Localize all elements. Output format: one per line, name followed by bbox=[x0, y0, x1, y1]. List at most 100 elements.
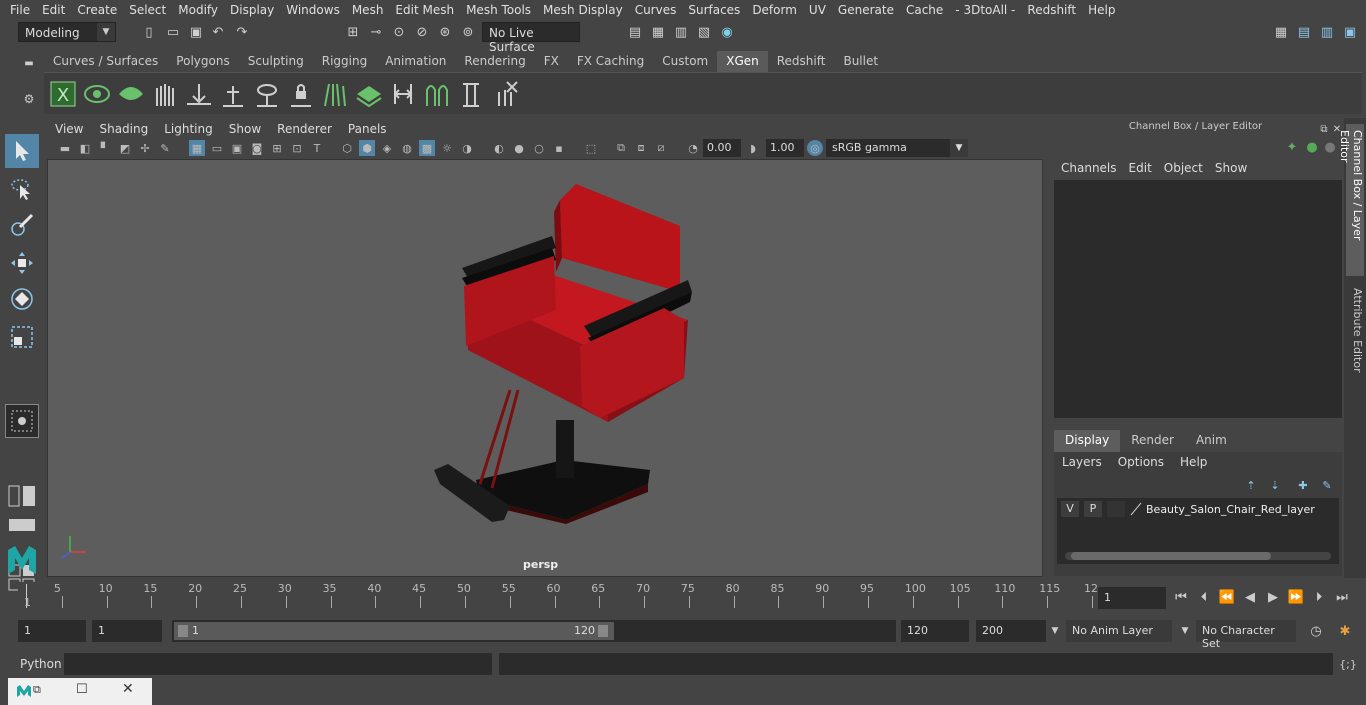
textured-icon[interactable]: ▩ bbox=[419, 140, 435, 156]
mode-dropdown[interactable]: Modeling ▼ bbox=[18, 22, 116, 42]
green-dot-icon[interactable]: ● bbox=[1303, 138, 1321, 156]
rotate-tool-icon[interactable] bbox=[5, 282, 39, 316]
salon-chair-model[interactable] bbox=[48, 160, 1044, 578]
menu-display[interactable]: Display bbox=[224, 3, 280, 17]
motion-blur-icon[interactable]: ● bbox=[511, 140, 527, 156]
ipr-render-icon[interactable]: ▥ bbox=[672, 23, 690, 41]
menu-deform[interactable]: Deform bbox=[746, 3, 803, 17]
range-end-grip[interactable] bbox=[598, 625, 608, 637]
layer-row[interactable]: V P Beauty_Salon_Chair_Red_layer bbox=[1061, 500, 1337, 518]
screen-space-ao-icon[interactable]: ◐ bbox=[491, 140, 507, 156]
shelf-tab-curves-surfaces[interactable]: Curves / Surfaces bbox=[44, 51, 167, 72]
maya-window-icon[interactable] bbox=[16, 684, 32, 698]
play-forwards-icon[interactable]: ▶ bbox=[1264, 588, 1282, 606]
shelf-tab-animation[interactable]: Animation bbox=[376, 51, 455, 72]
layer-menu-help[interactable]: Help bbox=[1172, 455, 1215, 469]
start-time-field[interactable]: 1 bbox=[18, 620, 86, 642]
wireframe-icon[interactable]: ⬡ bbox=[339, 140, 355, 156]
menu-mesh[interactable]: Mesh bbox=[346, 3, 390, 17]
move-layer-up-icon[interactable]: ⇡ bbox=[1242, 476, 1260, 494]
step-back-frame-icon[interactable]: ⏪ bbox=[1218, 588, 1236, 606]
animation-preferences-icon[interactable]: ✱ bbox=[1336, 622, 1354, 640]
viewport-menu-lighting[interactable]: Lighting bbox=[156, 122, 221, 136]
layer-menu-layers[interactable]: Layers bbox=[1054, 455, 1110, 469]
xgen-groom-icon[interactable] bbox=[150, 79, 180, 109]
outliner-layout-icon[interactable] bbox=[7, 484, 37, 508]
two-d-pan-icon[interactable]: ✢ bbox=[137, 140, 153, 156]
snap-grid-icon[interactable]: ⊞ bbox=[344, 23, 362, 41]
move-layer-down-icon[interactable]: ⇣ bbox=[1266, 476, 1284, 494]
new-layer-selected-icon[interactable]: ✎ bbox=[1318, 476, 1336, 494]
move-tool-icon[interactable] bbox=[5, 246, 39, 280]
shelf-tab-fx[interactable]: FX bbox=[535, 51, 568, 72]
exposure-icon[interactable]: ◔ bbox=[685, 140, 701, 156]
scale-tool-icon[interactable] bbox=[5, 320, 39, 354]
channel-box-menu-object[interactable]: Object bbox=[1158, 161, 1209, 175]
layer-type-toggle[interactable] bbox=[1107, 501, 1125, 517]
xgen-lock-guide-icon[interactable] bbox=[286, 79, 316, 109]
hypershade-icon[interactable]: ◉ bbox=[718, 23, 736, 41]
open-scene-icon[interactable]: ▭ bbox=[164, 23, 182, 41]
use-all-lights-icon[interactable]: ☼ bbox=[439, 140, 455, 156]
render-frame-icon[interactable]: ▦ bbox=[649, 23, 667, 41]
xray-icon[interactable]: ⧉ bbox=[613, 140, 629, 156]
exposure-field[interactable]: 0.00 bbox=[703, 139, 741, 157]
redo-icon[interactable]: ↷ bbox=[233, 23, 251, 41]
channel-box-toggle-icon[interactable]: ▣ bbox=[1341, 23, 1359, 41]
viewport-menu-view[interactable]: View bbox=[47, 122, 91, 136]
shelf-settings-icon[interactable]: ⚙ bbox=[20, 90, 38, 108]
xgen-sculpt-guide-icon[interactable] bbox=[422, 79, 452, 109]
xgen-add-guide-icon[interactable] bbox=[218, 79, 248, 109]
isolate-select-icon[interactable]: ⬚ bbox=[583, 140, 599, 156]
xgen-guide-length-icon[interactable] bbox=[456, 79, 486, 109]
film-gate-icon[interactable]: ▭ bbox=[209, 140, 225, 156]
save-scene-icon[interactable]: ▣ bbox=[187, 23, 205, 41]
snap-point-icon[interactable]: ⊙ bbox=[390, 23, 408, 41]
restore-icon[interactable]: ⧉ bbox=[33, 683, 45, 696]
shelf-tab-xgen[interactable]: XGen bbox=[717, 51, 768, 72]
step-back-key-icon[interactable]: ⏴ bbox=[1195, 588, 1213, 606]
menu-mesh-tools[interactable]: Mesh Tools bbox=[460, 3, 537, 17]
snap-edge-icon[interactable]: ⊚ bbox=[459, 23, 477, 41]
resolution-gate-icon[interactable]: ▣ bbox=[229, 140, 245, 156]
anim-layer-dropdown[interactable]: No Anim Layer bbox=[1066, 620, 1172, 642]
grid-icon[interactable]: ▦ bbox=[189, 140, 205, 156]
bookmark-icon[interactable]: ▘ bbox=[97, 140, 113, 156]
menu-create[interactable]: Create bbox=[71, 3, 123, 17]
smooth-shade-icon[interactable]: ⬢ bbox=[359, 140, 375, 156]
grey-dot-icon[interactable]: ● bbox=[1321, 138, 1339, 156]
viewport-menu-shading[interactable]: Shading bbox=[91, 122, 156, 136]
layer-name[interactable]: Beauty_Salon_Chair_Red_layer bbox=[1146, 503, 1315, 516]
menu-windows[interactable]: Windows bbox=[280, 3, 346, 17]
tab-attribute-editor[interactable]: Attribute Editor bbox=[1346, 282, 1364, 382]
chevron-down-icon[interactable]: ▼ bbox=[1046, 622, 1064, 640]
perspective-layout-icon[interactable] bbox=[7, 518, 37, 532]
layer-tab-display[interactable]: Display bbox=[1054, 430, 1121, 452]
shelf-menu-icon[interactable]: ▬ bbox=[20, 54, 38, 72]
field-chart-icon[interactable]: ⊞ bbox=[269, 140, 285, 156]
grease-pencil-icon[interactable]: ✎ bbox=[157, 140, 173, 156]
channel-box-menu-channels[interactable]: Channels bbox=[1055, 161, 1123, 175]
new-layer-icon[interactable]: ✚ bbox=[1294, 476, 1312, 494]
undo-icon[interactable]: ↶ bbox=[209, 23, 227, 41]
layer-tab-render[interactable]: Render bbox=[1120, 430, 1185, 452]
shelf-tab-custom[interactable]: Custom bbox=[653, 51, 717, 72]
menu-surfaces[interactable]: Surfaces bbox=[682, 3, 746, 17]
snap-view-icon[interactable]: ⊘ bbox=[413, 23, 431, 41]
scrollbar-thumb[interactable] bbox=[1071, 552, 1271, 560]
xgen-editor-icon[interactable]: X bbox=[48, 79, 78, 109]
live-surface-field[interactable]: No Live Surface bbox=[482, 22, 580, 54]
range-slider-handle[interactable]: 1 120 bbox=[174, 622, 614, 640]
xgen-preview-icon[interactable] bbox=[82, 79, 112, 109]
menu-uv[interactable]: UV bbox=[803, 3, 832, 17]
gamma-icon[interactable]: ◗ bbox=[745, 140, 761, 156]
paint-select-tool-icon[interactable] bbox=[5, 208, 39, 242]
render-settings-icon[interactable]: ▤ bbox=[626, 23, 644, 41]
xray-active-icon[interactable]: ⧄ bbox=[653, 140, 669, 156]
safe-title-icon[interactable]: T bbox=[309, 140, 325, 156]
close-icon[interactable]: ✕ bbox=[122, 681, 136, 697]
script-language-label[interactable]: Python bbox=[20, 657, 62, 671]
layer-menu-options[interactable]: Options bbox=[1110, 455, 1172, 469]
xgen-guides-icon[interactable] bbox=[320, 79, 350, 109]
menu-modify[interactable]: Modify bbox=[172, 3, 224, 17]
